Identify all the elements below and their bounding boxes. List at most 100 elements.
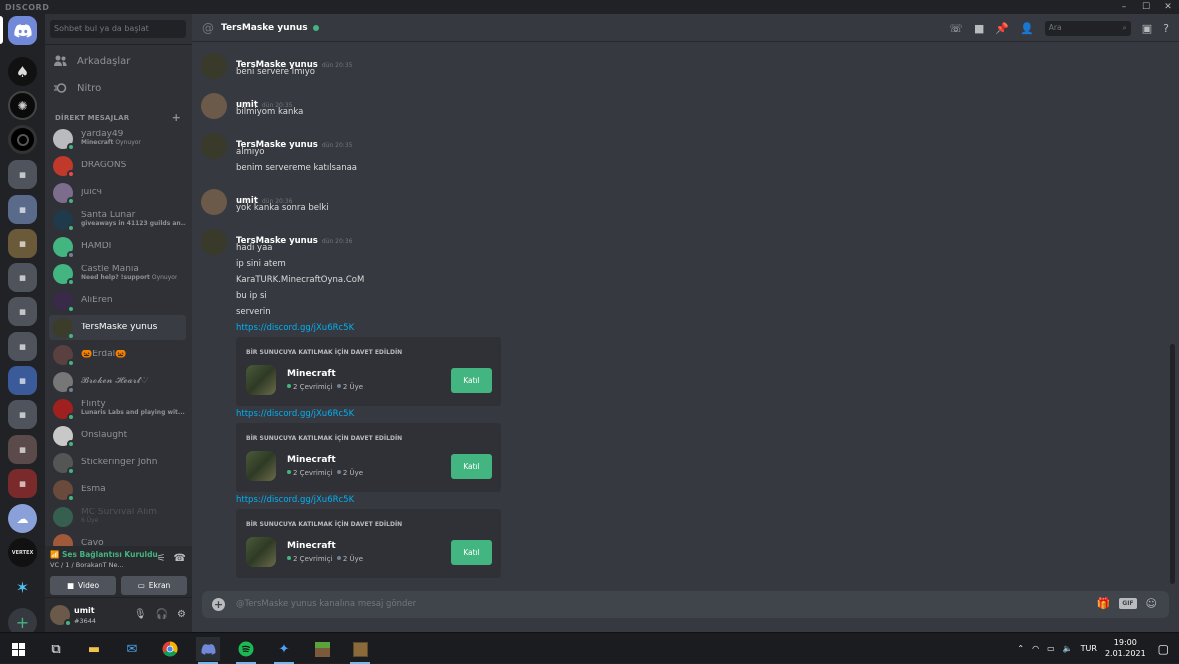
server-folder[interactable]: ▦ [8,332,37,361]
gif-button[interactable]: GIF [1119,598,1137,609]
join-button[interactable]: Katıl [451,540,492,565]
spotify-icon[interactable] [234,637,258,664]
settings-gear-icon[interactable]: ⚙ [177,609,186,620]
message-input[interactable]: @TersMaske yunus kanalına mesaj gönder [236,599,416,609]
friends-nav[interactable]: Arkadaşlar [53,50,185,72]
chrome-icon[interactable] [158,637,182,661]
microphone-icon[interactable]: 🎙 [134,609,147,620]
avatar[interactable] [201,189,227,215]
dm-item[interactable]: juicч [49,180,186,205]
maximize-button[interactable]: ☐ [1135,2,1157,12]
camera-icon: ■ [66,581,75,590]
message-text: beni servere lmıyo [236,67,315,77]
minimize-button[interactable]: – [1113,2,1135,12]
avatar[interactable] [201,93,227,119]
nitro-nav[interactable]: Nitro [53,77,185,99]
dm-item[interactable]: DRAGONS [49,153,186,178]
server-folder[interactable]: ▦ [8,229,37,258]
server-icon[interactable]: VERTEX [8,538,37,567]
server-icon[interactable]: ☁ [8,504,37,533]
server-folder[interactable]: ▦ [8,400,37,429]
server-folder[interactable]: ▦ [8,297,37,326]
video-call-icon[interactable]: ■ [974,22,984,35]
voice-call-icon[interactable]: ☏ [949,22,963,35]
inbox-icon[interactable]: ▣ [1142,22,1152,35]
voice-status-title[interactable]: 📶 Ses Bağlantısı Kuruldu [50,550,158,559]
server-icon[interactable] [8,125,37,154]
pin-icon[interactable]: 📌 [995,22,1009,35]
language-indicator[interactable]: TUR [1081,644,1097,653]
scrollbar[interactable] [1170,344,1175,584]
dm-item[interactable]: Flinty Lunaris Labs and playing wit... [49,396,186,421]
discord-taskbar-icon[interactable] [196,637,220,664]
avatar[interactable] [201,53,227,79]
message-composer[interactable]: + @TersMaske yunus kanalına mesaj gönder… [202,591,1169,618]
help-icon[interactable]: ? [1163,22,1169,35]
file-explorer-icon[interactable]: ▬ [82,637,106,661]
windows-start-icon[interactable] [6,637,30,661]
dm-item[interactable]: 🎃Erdal🎃 [49,342,186,367]
dm-item[interactable]: Esma [49,477,186,502]
upload-plus-icon[interactable]: + [212,598,225,611]
invite-server-name: Minecraft [287,541,336,551]
invite-link[interactable]: https://discord.gg/jXu6Rc5K [236,323,354,333]
dm-item[interactable]: Onslaught [49,423,186,448]
close-button[interactable]: ✕ [1157,2,1179,12]
task-view-icon[interactable]: ⧉ [44,637,68,661]
server-folder[interactable]: ▦ [8,263,37,292]
join-button[interactable]: Katıl [451,368,492,393]
dm-name: 𝓑𝓻𝓸𝓴𝓮𝓷 𝓗𝓮𝓪𝓻𝓽♡ [81,376,149,386]
disconnect-icon[interactable]: ☎ [174,553,186,564]
headphones-icon[interactable]: 🎧 [156,609,168,620]
server-icon[interactable]: ✺ [8,91,37,120]
emoji-icon[interactable]: ☺ [1146,597,1157,610]
avatar[interactable] [201,229,227,255]
gift-icon[interactable]: 🎁 [1097,597,1111,610]
dm-item[interactable]: MC Survival Alım 6 Üye [49,504,186,529]
avatar[interactable] [201,133,227,159]
notification-icon[interactable]: ▢ [1158,642,1169,656]
join-button[interactable]: Katıl [451,454,492,479]
volume-icon[interactable]: 🔈 [1063,644,1073,653]
invite-link[interactable]: https://discord.gg/jXu6Rc5K [236,409,354,419]
channel-search-input[interactable]: Ara ⌕ [1044,21,1131,36]
server-folder[interactable]: ▦ [8,469,37,498]
avatar [53,317,75,340]
presence-status-dot [67,358,75,367]
dm-item[interactable]: yarday49 Minecraft Oynuyor [49,126,186,151]
server-icon[interactable]: ✶ [8,573,37,602]
mail-icon[interactable]: ✉ [120,637,144,661]
create-dm-button[interactable]: + [172,112,181,123]
selected-indicator [0,16,3,44]
home-button[interactable] [8,16,37,45]
dm-item[interactable]: HAMDİ [49,234,186,259]
dm-search-input[interactable]: Sohbet bul ya da başlat [50,20,186,38]
dm-item[interactable]: AliEren [49,288,186,313]
server-folder[interactable]: ▦ [8,160,37,189]
video-button[interactable]: ■ Video [50,576,116,595]
invite-link[interactable]: https://discord.gg/jXu6Rc5K [236,495,354,505]
minecraft-launcher-icon[interactable] [348,637,372,664]
server-folder[interactable]: ▦ [8,195,37,224]
server-folder[interactable]: ▦ [8,435,37,464]
add-friend-icon[interactable]: 👤 [1020,22,1034,35]
bird-app-icon[interactable]: ✦ [272,637,296,664]
server-icon[interactable]: ♠ [8,57,37,86]
minecraft-icon[interactable] [310,637,334,661]
wifi-icon[interactable]: ◠ [1032,644,1039,653]
server-folder[interactable]: ▦ [8,366,37,395]
screen-share-button[interactable]: ▭ Ekran [121,576,187,595]
voice-channel-info[interactable]: VC / 1 / BorakanT Ne... [50,561,150,569]
dm-item[interactable]: TersMaske yunus [49,315,186,340]
chevron-up-icon[interactable]: ⌃ [1017,644,1024,653]
invite-header: BİR SUNUCUYA KATILMAK İÇİN DAVET EDİLDİN [246,435,403,442]
ring-icon [16,133,29,146]
battery-icon[interactable]: ▭ [1047,644,1055,653]
dm-item[interactable]: 𝓑𝓻𝓸𝓴𝓮𝓷 𝓗𝓮𝓪𝓻𝓽♡ [49,369,186,394]
avatar[interactable] [50,605,72,627]
dm-item[interactable]: Santa Lunar giveaways in 41123 guilds an.… [49,207,186,232]
dm-item[interactable]: Castle Mania Need help? !support Oynuyor [49,261,186,286]
clock[interactable]: 19:00 2.01.2021 [1105,638,1146,660]
dm-item[interactable]: Stickeringer John [49,450,186,475]
noise-suppression-icon[interactable]: ⚟ [157,553,166,564]
